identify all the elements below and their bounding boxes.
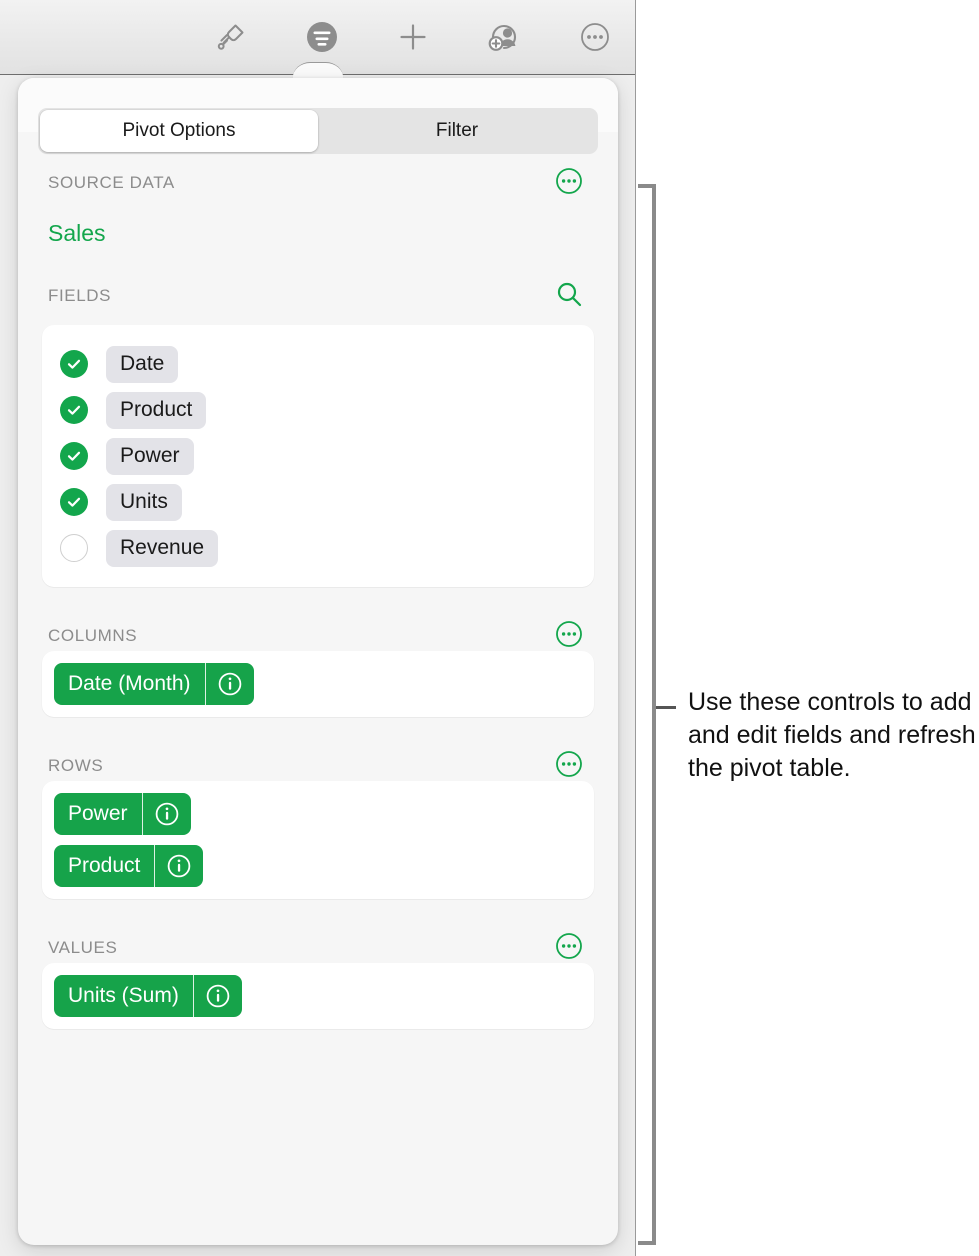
panel-body: SOURCE DATA Sales FIELDS Date Product Po… xyxy=(18,166,618,1245)
info-circle-icon xyxy=(154,801,180,827)
field-row[interactable]: Power xyxy=(42,433,594,479)
rows-token[interactable]: Product xyxy=(54,845,204,887)
field-chip[interactable]: Revenue xyxy=(106,529,219,567)
callout-text: Use these controls to add and edit field… xyxy=(688,688,976,782)
callout-bracket xyxy=(636,184,656,1245)
token-info-button[interactable] xyxy=(192,975,242,1017)
tab-filter[interactable]: Filter xyxy=(318,110,596,152)
plus-icon xyxy=(396,20,430,54)
field-checkbox-unchecked[interactable] xyxy=(60,534,88,562)
columns-token[interactable]: Date (Month) xyxy=(54,663,254,705)
source-data-menu-button[interactable] xyxy=(552,166,586,200)
values-menu-button[interactable] xyxy=(552,931,586,965)
tab-segmented-control: Pivot Options Filter xyxy=(38,108,598,154)
ellipsis-circle-icon xyxy=(554,931,584,966)
fields-list: Date Product Power Units Revenue xyxy=(42,325,594,587)
rows-dropzone[interactable]: Power Product xyxy=(42,781,594,899)
rows-section-header: ROWS xyxy=(18,749,618,783)
toolbar-buttons xyxy=(209,0,617,74)
token-info-button[interactable] xyxy=(154,845,203,887)
values-dropzone[interactable]: Units (Sum) xyxy=(42,963,594,1029)
columns-label: COLUMNS xyxy=(48,626,138,645)
token-label: Units (Sum) xyxy=(68,984,179,1007)
callout-leader-line xyxy=(656,706,676,709)
source-data-name[interactable]: Sales xyxy=(18,220,618,247)
values-section-header: VALUES xyxy=(18,931,618,965)
toolbar xyxy=(0,0,635,75)
field-chip[interactable]: Product xyxy=(106,391,207,429)
columns-dropzone[interactable]: Date (Month) xyxy=(42,651,594,717)
field-row[interactable]: Date xyxy=(42,341,594,387)
add-person-icon xyxy=(485,18,523,56)
rows-menu-button[interactable] xyxy=(552,749,586,783)
field-row[interactable]: Units xyxy=(42,479,594,525)
field-row[interactable]: Product xyxy=(42,387,594,433)
fields-search-button[interactable] xyxy=(552,279,586,313)
field-row[interactable]: Revenue xyxy=(42,525,594,571)
pivot-options-popover: Pivot Options Filter SOURCE DATA Sales F… xyxy=(18,78,618,1245)
tab-pivot-options[interactable]: Pivot Options xyxy=(40,110,318,152)
format-brush-button[interactable] xyxy=(209,15,253,59)
token-label: Product xyxy=(68,854,141,877)
collaborate-button[interactable] xyxy=(482,15,526,59)
fields-label: FIELDS xyxy=(48,286,112,305)
rows-label: ROWS xyxy=(48,756,104,775)
pivot-options-icon xyxy=(303,18,341,56)
columns-section-header: COLUMNS xyxy=(18,619,618,653)
field-chip[interactable]: Date xyxy=(106,345,179,383)
values-label: VALUES xyxy=(48,938,118,957)
field-checkbox-checked[interactable] xyxy=(60,488,88,516)
ellipsis-circle-icon xyxy=(554,166,584,201)
insert-button[interactable] xyxy=(391,15,435,59)
token-label: Date (Month) xyxy=(68,672,191,695)
columns-menu-button[interactable] xyxy=(552,619,586,653)
token-info-button[interactable] xyxy=(204,663,254,705)
rows-token[interactable]: Power xyxy=(54,793,191,835)
source-data-label: SOURCE DATA xyxy=(48,173,175,192)
field-chip[interactable]: Power xyxy=(106,437,194,475)
values-token[interactable]: Units (Sum) xyxy=(54,975,242,1017)
fields-section-header: FIELDS xyxy=(18,281,618,311)
ellipsis-circle-icon xyxy=(554,619,584,654)
field-chip[interactable]: Units xyxy=(106,483,182,521)
field-checkbox-checked[interactable] xyxy=(60,350,88,378)
more-button[interactable] xyxy=(573,15,617,59)
search-icon xyxy=(554,279,584,314)
format-brush-icon xyxy=(214,20,248,54)
source-data-section-header: SOURCE DATA xyxy=(18,166,618,200)
app-window: Pivot Options Filter SOURCE DATA Sales F… xyxy=(0,0,636,1256)
field-checkbox-checked[interactable] xyxy=(60,396,88,424)
info-circle-icon xyxy=(166,853,192,879)
field-checkbox-checked[interactable] xyxy=(60,442,88,470)
ellipsis-circle-icon xyxy=(554,749,584,784)
token-label: Power xyxy=(68,802,128,825)
more-ellipsis-icon xyxy=(578,20,612,54)
token-info-button[interactable] xyxy=(141,793,191,835)
pivot-options-button[interactable] xyxy=(300,15,344,59)
info-circle-icon xyxy=(217,671,243,697)
info-circle-icon xyxy=(205,983,231,1009)
